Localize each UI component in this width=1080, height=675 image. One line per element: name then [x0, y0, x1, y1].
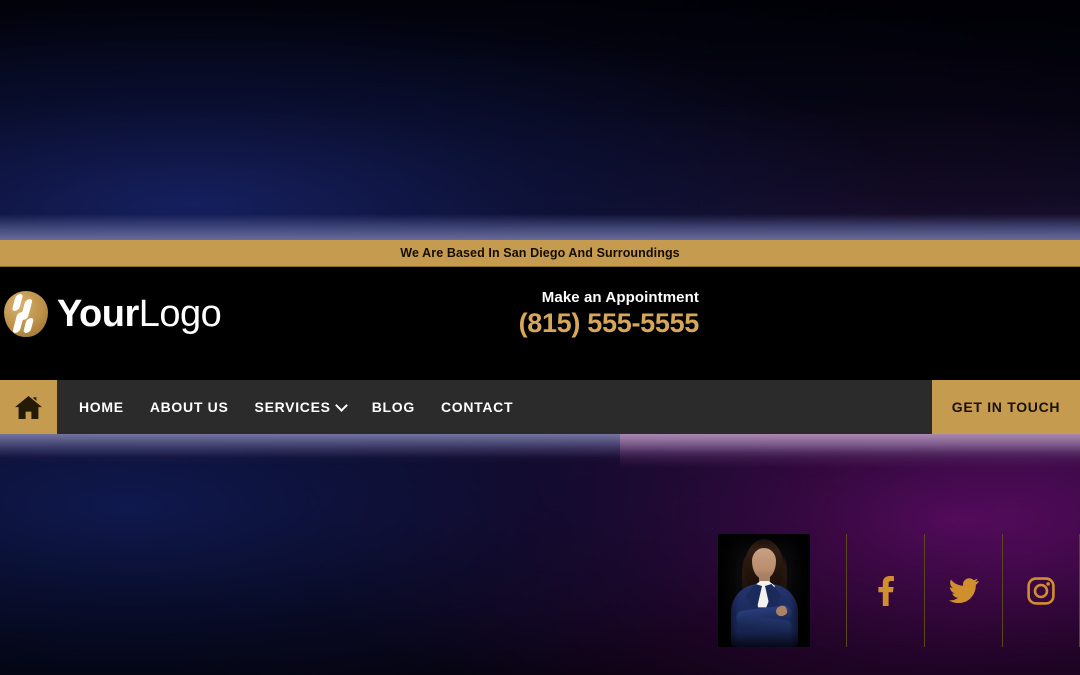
portrait-vignette [718, 534, 810, 647]
businesswoman-portrait [718, 534, 810, 647]
nav-item-label: SERVICES [254, 399, 331, 415]
nav-links: HOME ABOUT US SERVICES BLOG CONTACT [57, 380, 932, 434]
nav-item-label: CONTACT [440, 399, 514, 415]
page-root: We Are Based In San Diego And Surroundin… [0, 0, 1080, 675]
logo-stripe [11, 293, 24, 312]
hero-background-top [0, 0, 1080, 240]
main-navigation: HOME ABOUT US SERVICES BLOG CONTACT GET … [0, 380, 1080, 434]
announcement-text: We Are Based In San Diego And Surroundin… [400, 246, 680, 260]
twitter-icon [948, 578, 979, 603]
nav-item-label: HOME [79, 399, 124, 415]
get-in-touch-button[interactable]: GET IN TOUCH [932, 380, 1080, 434]
nav-home-button[interactable] [0, 380, 57, 434]
logo-name-bold: Your [57, 293, 139, 335]
nav-item-blog[interactable]: BLOG [372, 399, 415, 415]
site-logo[interactable]: YourLogo [4, 291, 222, 337]
logo-stripe [22, 317, 35, 334]
nav-item-label: BLOG [371, 399, 415, 415]
appointment-phone[interactable]: (815) 555-5555 [455, 308, 700, 339]
logo-wordmark: YourLogo [57, 293, 222, 335]
nav-item-services[interactable]: SERVICES [254, 398, 348, 415]
hero-bottom-glow-warm [620, 434, 1080, 468]
nav-item-contact[interactable]: CONTACT [441, 399, 513, 415]
home-icon [15, 395, 42, 419]
chevron-down-icon [334, 398, 348, 412]
announcement-bar: We Are Based In San Diego And Surroundin… [0, 240, 1080, 266]
appointment-label: Make an Appointment [541, 289, 699, 306]
nav-item-home[interactable]: HOME [79, 399, 124, 415]
social-link-twitter[interactable] [924, 534, 1002, 647]
facebook-icon [878, 575, 894, 606]
nav-item-label: ABOUT US [149, 399, 229, 415]
social-links [846, 534, 1080, 647]
logo-name-light: Logo [138, 293, 222, 335]
social-link-facebook[interactable] [846, 534, 924, 647]
get-in-touch-label: GET IN TOUCH [951, 399, 1061, 415]
shield-stripes-logo-icon [4, 291, 48, 337]
instagram-icon [1027, 576, 1055, 605]
appointment-block: Make an Appointment (815) 555-5555 [455, 289, 700, 339]
social-link-instagram[interactable] [1002, 534, 1080, 647]
hero-top-glow [0, 214, 1080, 240]
nav-item-about-us[interactable]: ABOUT US [150, 399, 229, 415]
